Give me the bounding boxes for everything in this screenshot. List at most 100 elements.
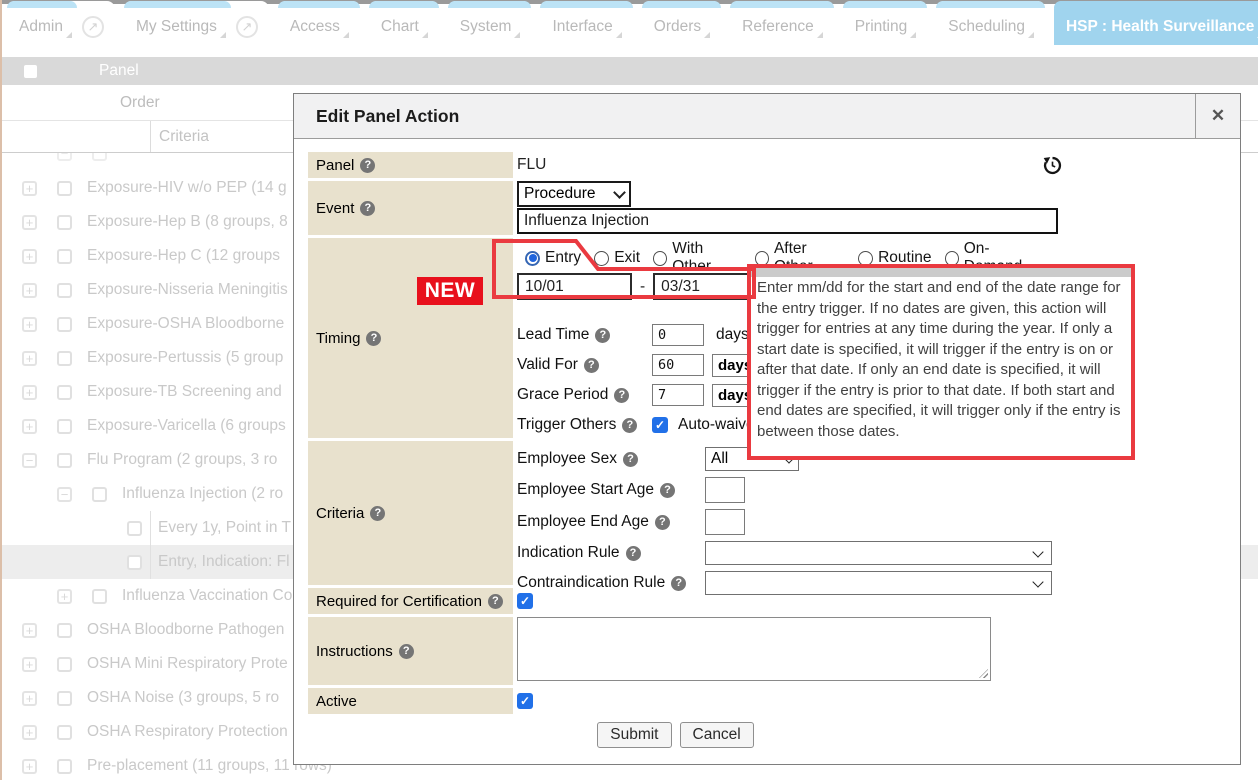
- criteria-column-header: Criteria: [159, 128, 209, 146]
- active-checkbox[interactable]: ✓: [517, 693, 533, 709]
- nav-tab[interactable]: Interface ↗: [540, 1, 632, 45]
- help-icon[interactable]: ?: [614, 388, 629, 403]
- tab-dropdown-caret-icon: [616, 32, 622, 38]
- help-icon[interactable]: ?: [655, 515, 670, 530]
- expand-toggle-icon[interactable]: +: [22, 181, 37, 196]
- nav-tab[interactable]: Reference ↗: [730, 1, 834, 45]
- row-checkbox[interactable]: [57, 215, 72, 230]
- auto-waive-checkbox[interactable]: ✓: [652, 417, 668, 433]
- help-icon[interactable]: ?: [360, 158, 375, 173]
- end-date-value: 03/31: [661, 278, 700, 296]
- help-icon[interactable]: ?: [366, 331, 381, 346]
- expand-toggle-icon[interactable]: −: [22, 453, 37, 468]
- row-checkbox[interactable]: [92, 487, 107, 502]
- nav-tab[interactable]: Orders ↗: [642, 1, 721, 45]
- expand-toggle-icon[interactable]: +: [22, 691, 37, 706]
- help-icon[interactable]: ?: [584, 358, 599, 373]
- row-checkbox[interactable]: [57, 453, 72, 468]
- expand-toggle-icon[interactable]: +: [22, 419, 37, 434]
- nav-tab[interactable]: Admin ↗: [7, 1, 115, 45]
- row-checkbox[interactable]: [57, 283, 72, 298]
- expand-toggle-icon[interactable]: +: [22, 657, 37, 672]
- tab-label: System: [460, 18, 512, 36]
- row-checkbox[interactable]: [57, 181, 72, 196]
- required-for-certification-checkbox[interactable]: ✓: [517, 593, 533, 609]
- tab-top-accent: [642, 1, 721, 8]
- expand-toggle-icon[interactable]: +: [22, 249, 37, 264]
- help-icon[interactable]: ?: [623, 452, 638, 467]
- help-icon[interactable]: ?: [488, 594, 503, 609]
- open-new-window-icon[interactable]: ↗: [82, 16, 104, 38]
- timing-radio[interactable]: Exit: [594, 249, 640, 267]
- row-checkbox[interactable]: [57, 249, 72, 264]
- row-checkbox[interactable]: [57, 385, 72, 400]
- trigger-others-label: Trigger Others: [517, 416, 616, 434]
- submit-button[interactable]: Submit: [597, 722, 671, 748]
- tree-row-label: Exposure-Pertussis (5 group: [87, 349, 283, 367]
- event-type-value: Procedure: [524, 185, 596, 203]
- nav-tab[interactable]: System ↗: [448, 1, 532, 45]
- help-icon[interactable]: ?: [595, 328, 610, 343]
- lead-time-input[interactable]: 0: [652, 324, 704, 346]
- employee-start-age-input[interactable]: [705, 477, 745, 503]
- event-name-input[interactable]: Influenza Injection: [517, 208, 1058, 234]
- radio-label: Entry: [545, 249, 581, 267]
- grace-period-input[interactable]: 7: [652, 384, 704, 406]
- event-type-select[interactable]: Procedure: [517, 181, 631, 207]
- indication-rule-select[interactable]: [705, 541, 1052, 565]
- row-checkbox[interactable]: [57, 419, 72, 434]
- history-undo-icon[interactable]: [1042, 155, 1063, 176]
- row-checkbox[interactable]: [127, 521, 142, 536]
- tab-top-accent: [540, 1, 632, 8]
- help-icon[interactable]: ?: [622, 418, 637, 433]
- row-checkbox[interactable]: [57, 657, 72, 672]
- tab-label: Scheduling: [948, 18, 1025, 36]
- active-label: Active: [316, 693, 357, 710]
- row-checkbox[interactable]: [92, 589, 107, 604]
- row-checkbox[interactable]: [57, 317, 72, 332]
- expand-toggle-icon[interactable]: +: [22, 759, 37, 774]
- close-button[interactable]: ✕: [1195, 94, 1240, 138]
- nav-tab[interactable]: Chart ↗: [369, 1, 439, 45]
- tooltip-scrollbar[interactable]: [751, 268, 1131, 277]
- expand-toggle-icon[interactable]: −: [57, 487, 72, 502]
- help-icon[interactable]: ?: [360, 201, 375, 216]
- checkmark-icon: ✓: [520, 694, 530, 708]
- nav-tab[interactable]: Access ↗: [278, 1, 360, 45]
- valid-for-input[interactable]: 60: [652, 354, 704, 376]
- expand-toggle-icon[interactable]: +: [22, 351, 37, 366]
- indication-rule-row: Indication Rule?: [517, 541, 1052, 565]
- row-checkbox[interactable]: [57, 725, 72, 740]
- active-label-cell: Active: [308, 688, 513, 714]
- select-all-checkbox[interactable]: [24, 65, 37, 78]
- expand-toggle-icon[interactable]: +: [22, 725, 37, 740]
- nav-tab[interactable]: HSP : Health Surveillance ↗: [1054, 1, 1258, 45]
- row-checkbox[interactable]: [57, 351, 72, 366]
- row-checkbox[interactable]: [127, 555, 142, 570]
- expand-toggle-icon[interactable]: +: [22, 385, 37, 400]
- expand-toggle-icon[interactable]: +: [22, 283, 37, 298]
- row-checkbox[interactable]: [57, 623, 72, 638]
- nav-tab[interactable]: Printing ↗: [843, 1, 928, 45]
- help-icon[interactable]: ?: [370, 506, 385, 521]
- expand-toggle-icon[interactable]: +: [57, 589, 72, 604]
- open-new-window-icon[interactable]: ↗: [236, 16, 258, 38]
- help-icon[interactable]: ?: [626, 546, 641, 561]
- timing-radio[interactable]: Entry: [525, 249, 581, 267]
- expand-toggle-icon[interactable]: +: [22, 215, 37, 230]
- start-date-input[interactable]: 10/01: [517, 273, 632, 300]
- timing-radio[interactable]: With Other: [653, 240, 742, 276]
- auto-waive-label: Auto-waive: [678, 416, 755, 434]
- expand-toggle-icon[interactable]: +: [22, 317, 37, 332]
- row-checkbox[interactable]: [57, 691, 72, 706]
- row-checkbox[interactable]: [57, 759, 72, 774]
- employee-end-age-input[interactable]: [705, 509, 745, 535]
- nav-tab[interactable]: Scheduling ↗: [936, 1, 1045, 45]
- cancel-button[interactable]: Cancel: [680, 722, 754, 748]
- expand-toggle-icon[interactable]: +: [22, 623, 37, 638]
- instructions-textarea[interactable]: [517, 617, 991, 681]
- help-icon[interactable]: ?: [660, 483, 675, 498]
- tab-dropdown-caret-icon: [422, 32, 428, 38]
- help-icon[interactable]: ?: [399, 644, 414, 659]
- nav-tab[interactable]: My Settings ↗: [124, 1, 269, 45]
